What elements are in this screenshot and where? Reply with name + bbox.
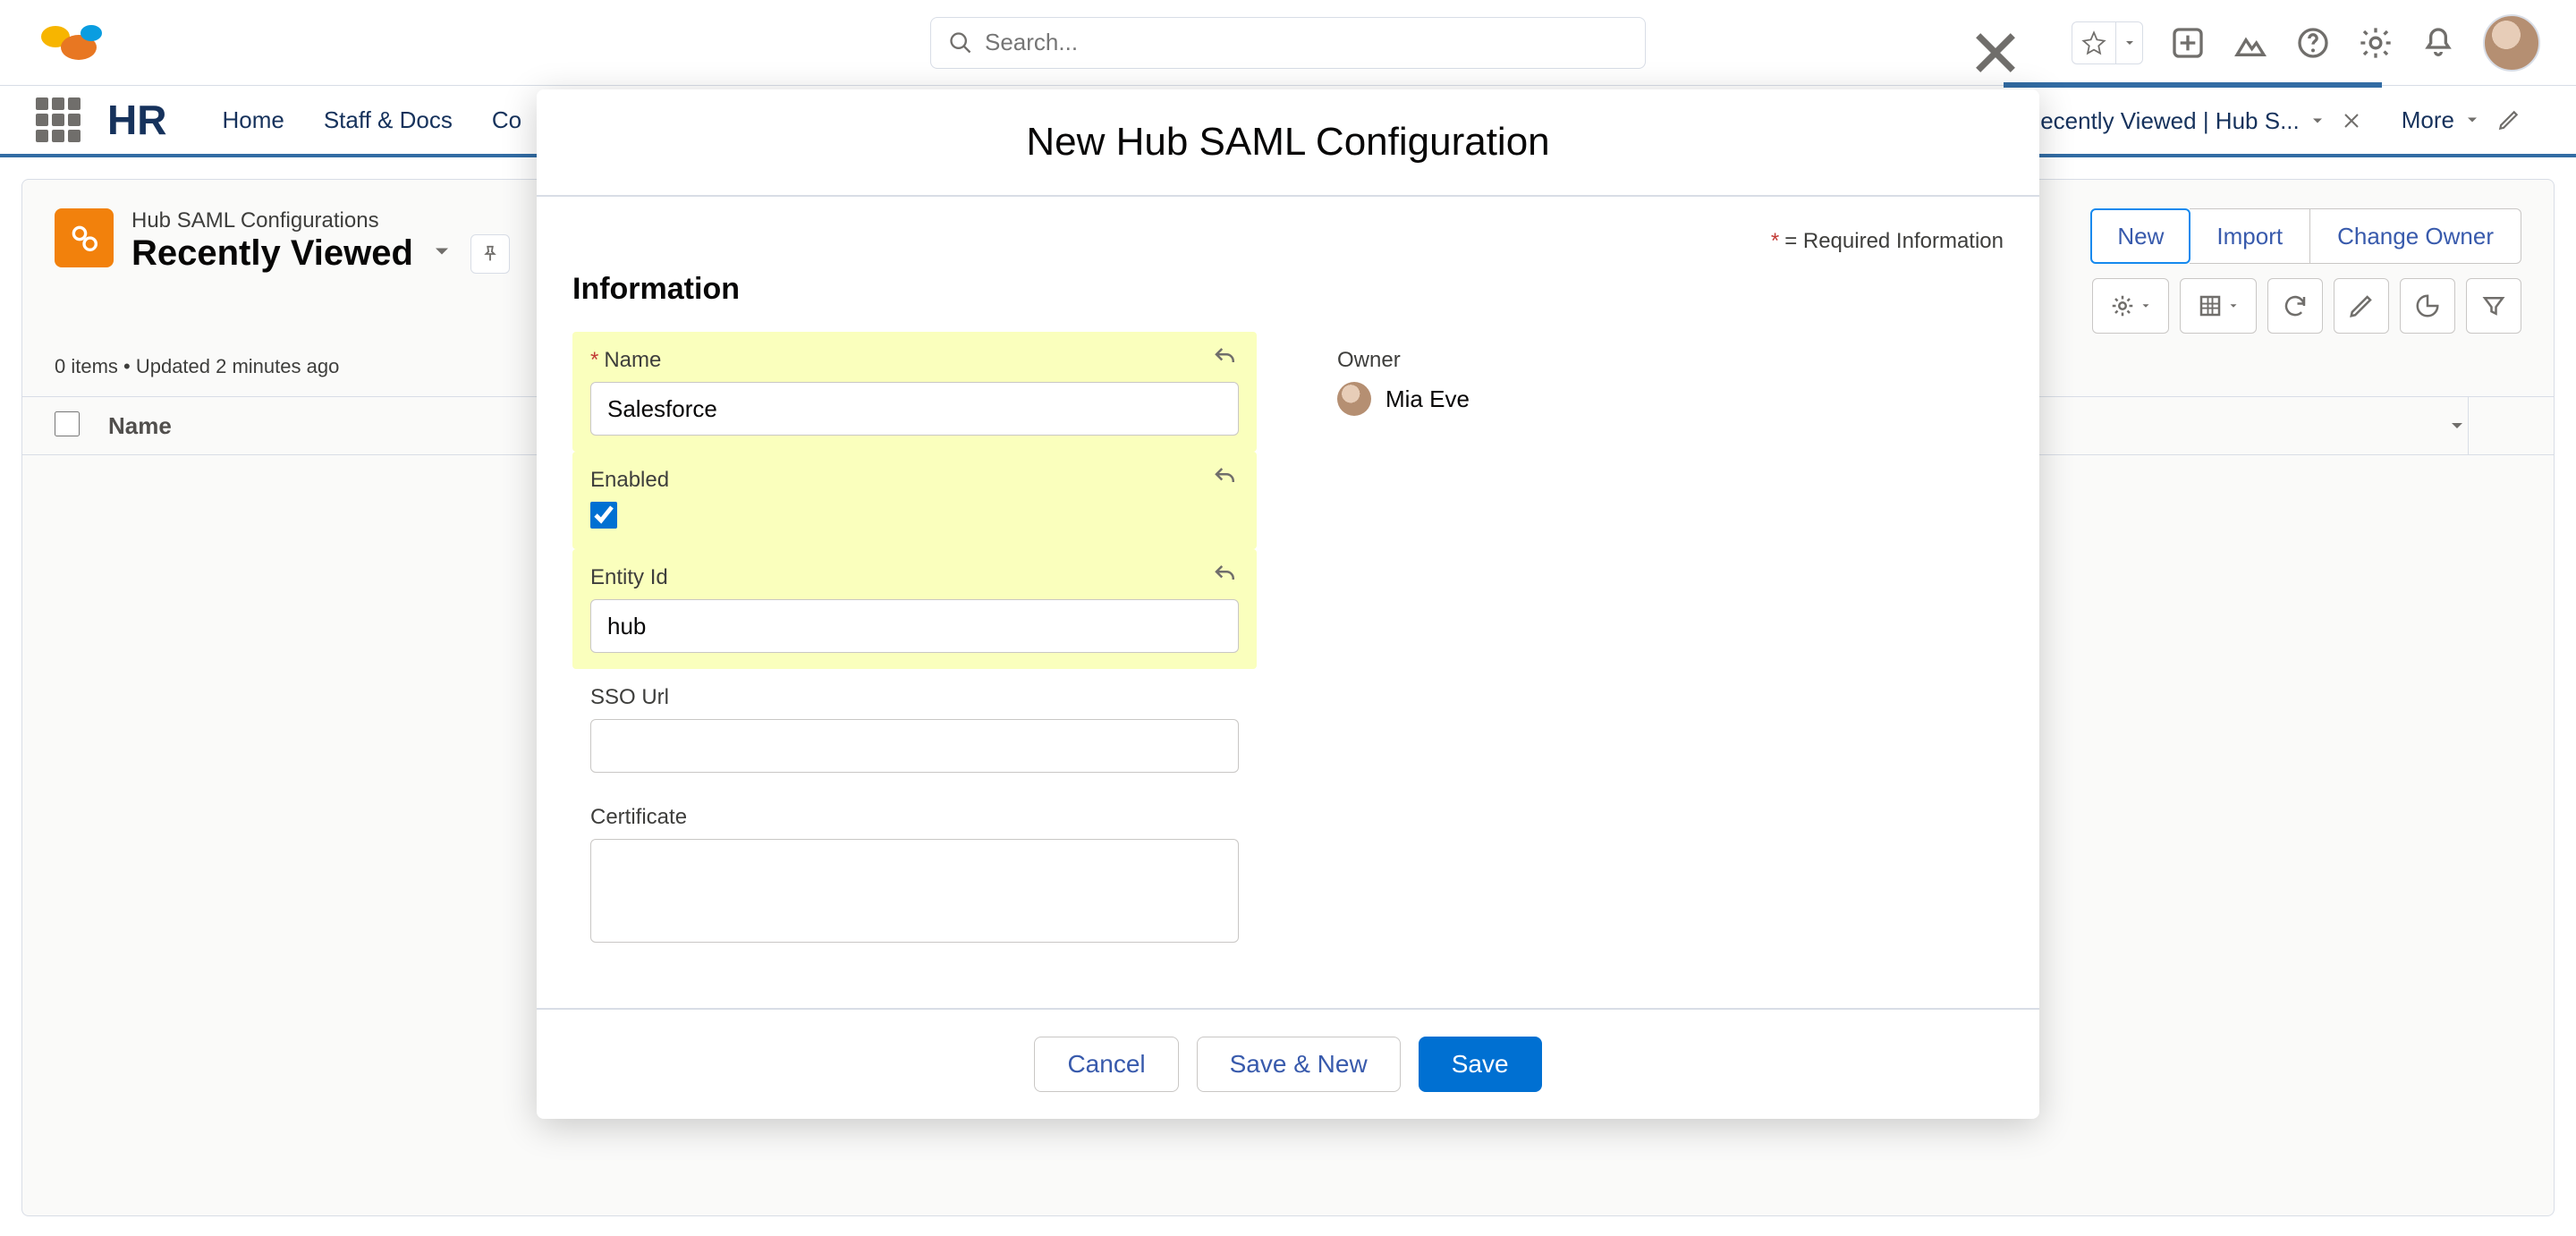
field-entity-id: Entity Id [572, 549, 1257, 669]
owner-avatar [1337, 382, 1371, 416]
required-note: *= Required Information [572, 229, 2004, 254]
save-button[interactable]: Save [1419, 1037, 1542, 1092]
field-owner: Owner Mia Eve [1319, 332, 2004, 432]
field-label: Enabled [590, 468, 1239, 493]
undo-icon[interactable] [1212, 344, 1239, 371]
undo-icon[interactable] [1212, 562, 1239, 588]
field-label: Certificate [590, 805, 1239, 830]
name-input[interactable] [590, 382, 1239, 436]
modal-close-button[interactable] [1970, 27, 2021, 79]
required-note-text: = Required Information [1784, 229, 2004, 253]
undo-icon[interactable] [1212, 464, 1239, 491]
certificate-textarea[interactable] [590, 839, 1239, 943]
sso-url-input[interactable] [590, 719, 1239, 773]
modal-footer: Cancel Save & New Save [537, 1008, 2039, 1119]
field-label: Owner [1337, 348, 1986, 373]
new-button[interactable]: New [2090, 208, 2190, 264]
field-enabled: Enabled [572, 452, 1257, 549]
close-icon [1970, 27, 2021, 79]
enabled-checkbox[interactable] [590, 502, 617, 529]
new-record-modal: New Hub SAML Configuration *= Required I… [537, 89, 2039, 1119]
save-and-new-button[interactable]: Save & New [1197, 1037, 1401, 1092]
cancel-button[interactable]: Cancel [1034, 1037, 1178, 1092]
field-label: Entity Id [590, 565, 1239, 590]
field-certificate: Certificate [572, 789, 1257, 963]
section-information: Information [572, 272, 2004, 307]
field-label: SSO Url [590, 685, 1239, 710]
modal-title: New Hub SAML Configuration [537, 89, 2039, 195]
field-sso-url: SSO Url [572, 669, 1257, 789]
field-label: Name [604, 348, 661, 373]
field-name: *Name [572, 332, 1257, 452]
entity-id-input[interactable] [590, 599, 1239, 653]
owner-name: Mia Eve [1385, 385, 1470, 413]
